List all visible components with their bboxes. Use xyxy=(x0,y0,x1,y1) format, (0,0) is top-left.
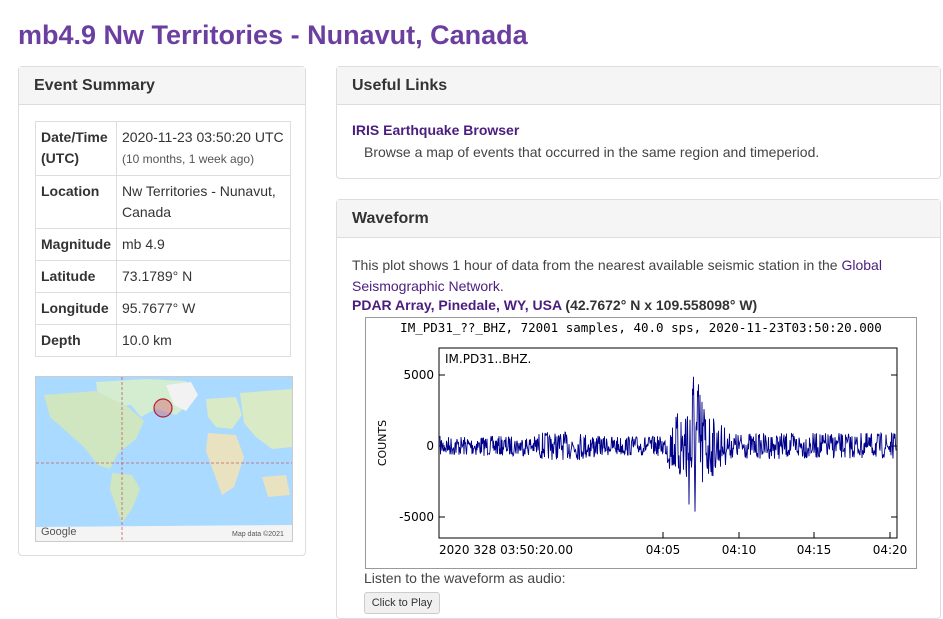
event-summary-panel: Event Summary Date/Time (UTC) 2020-11-23 … xyxy=(18,66,306,556)
x-tick-label: 04:05 xyxy=(646,543,681,557)
summary-subvalue: (10 months, 1 week ago) xyxy=(122,152,255,166)
iris-browser-link[interactable]: IRIS Earthquake Browser xyxy=(352,122,519,138)
waveform-panel: Waveform This plot shows 1 hour of data … xyxy=(336,199,941,619)
event-summary-table: Date/Time (UTC) 2020-11-23 03:50:20 UTC (1… xyxy=(35,121,291,357)
play-audio-button[interactable]: Click to Play xyxy=(364,592,440,614)
summary-row: Date/Time (UTC) 2020-11-23 03:50:20 UTC (1… xyxy=(35,121,291,176)
summary-key: Location xyxy=(35,175,117,229)
event-summary-heading: Event Summary xyxy=(19,67,305,105)
summary-row: Longitude 95.7677° W xyxy=(35,292,291,325)
x-tick-label: 2020 328 03:50:20.00 xyxy=(439,543,573,557)
summary-value-cell: 10.0 km xyxy=(116,324,291,357)
event-marker[interactable] xyxy=(153,398,173,418)
summary-key: Magnitude xyxy=(35,228,117,261)
map-attribution: Map data ©2021 xyxy=(232,530,284,538)
summary-key: Depth xyxy=(35,324,117,357)
summary-key: Latitude xyxy=(35,260,117,293)
useful-links-panel: Useful Links IRIS Earthquake Browser Bro… xyxy=(336,66,941,179)
summary-value: 10.0 km xyxy=(122,332,172,348)
intro-text: This plot shows 1 hour of data from the … xyxy=(352,257,842,273)
trace-label: IM.PD31..BHZ. xyxy=(445,352,531,366)
world-map: Google Map data ©2021 xyxy=(36,377,292,541)
intro-end: . xyxy=(499,278,504,294)
summary-row: Latitude 73.1789° N xyxy=(35,260,291,293)
summary-value: Nw Territories - Nunavut, Canada xyxy=(122,183,276,220)
x-tick-label: 04:20 xyxy=(873,543,908,557)
summary-value: mb 4.9 xyxy=(122,236,165,252)
summary-value: 73.1789° N xyxy=(122,268,193,284)
summary-value: 95.7677° W xyxy=(122,300,196,316)
x-tick-label: 04:15 xyxy=(797,543,832,557)
summary-value-cell: mb 4.9 xyxy=(116,228,291,261)
y-tick-label: -5000 xyxy=(399,510,434,524)
map-logo: Google xyxy=(41,526,76,538)
summary-row: Location Nw Territories - Nunavut, Canada xyxy=(35,175,291,229)
x-tick-label: 04:10 xyxy=(722,543,757,557)
summary-key: Longitude xyxy=(35,292,117,325)
waveform-intro: This plot shows 1 hour of data from the … xyxy=(352,255,912,297)
summary-key: Date/Time (UTC) xyxy=(35,121,117,176)
station-line: PDAR Array, Pinedale, WY, USA (42.7672° … xyxy=(352,297,757,313)
summary-row: Depth 10.0 km xyxy=(35,324,291,357)
useful-links-heading: Useful Links xyxy=(337,67,940,105)
waveform-plot: IM_PD31_??_BHZ, 72001 samples, 40.0 sps,… xyxy=(365,317,917,569)
event-map[interactable]: Google Map data ©2021 xyxy=(35,376,293,542)
summary-value-cell: Nw Territories - Nunavut, Canada xyxy=(116,175,291,229)
summary-value-cell: 73.1789° N xyxy=(116,260,291,293)
y-axis-label: COUNTS xyxy=(376,420,389,466)
station-coords: (42.7672° N x 109.558098° W) xyxy=(561,297,758,313)
summary-value-cell: 95.7677° W xyxy=(116,292,291,325)
summary-row: Magnitude mb 4.9 xyxy=(35,228,291,261)
summary-value: 2020-11-23 03:50:20 UTC xyxy=(122,129,284,145)
audio-label: Listen to the waveform as audio: xyxy=(364,570,566,586)
iris-browser-description: Browse a map of events that occurred in … xyxy=(364,144,820,160)
station-link[interactable]: PDAR Array, Pinedale, WY, USA xyxy=(352,297,562,313)
plot-title: IM_PD31_??_BHZ, 72001 samples, 40.0 sps,… xyxy=(400,320,882,335)
page-title: mb4.9 Nw Territories - Nunavut, Canada xyxy=(18,20,528,50)
summary-value-cell: 2020-11-23 03:50:20 UTC (10 months, 1 wee… xyxy=(116,121,291,176)
waveform-heading: Waveform xyxy=(337,200,940,238)
y-tick-label: 5000 xyxy=(403,368,434,382)
waveform-svg: IM_PD31_??_BHZ, 72001 samples, 40.0 sps,… xyxy=(376,320,908,557)
seismic-trace xyxy=(439,376,897,512)
y-tick-label: 0 xyxy=(426,439,434,453)
